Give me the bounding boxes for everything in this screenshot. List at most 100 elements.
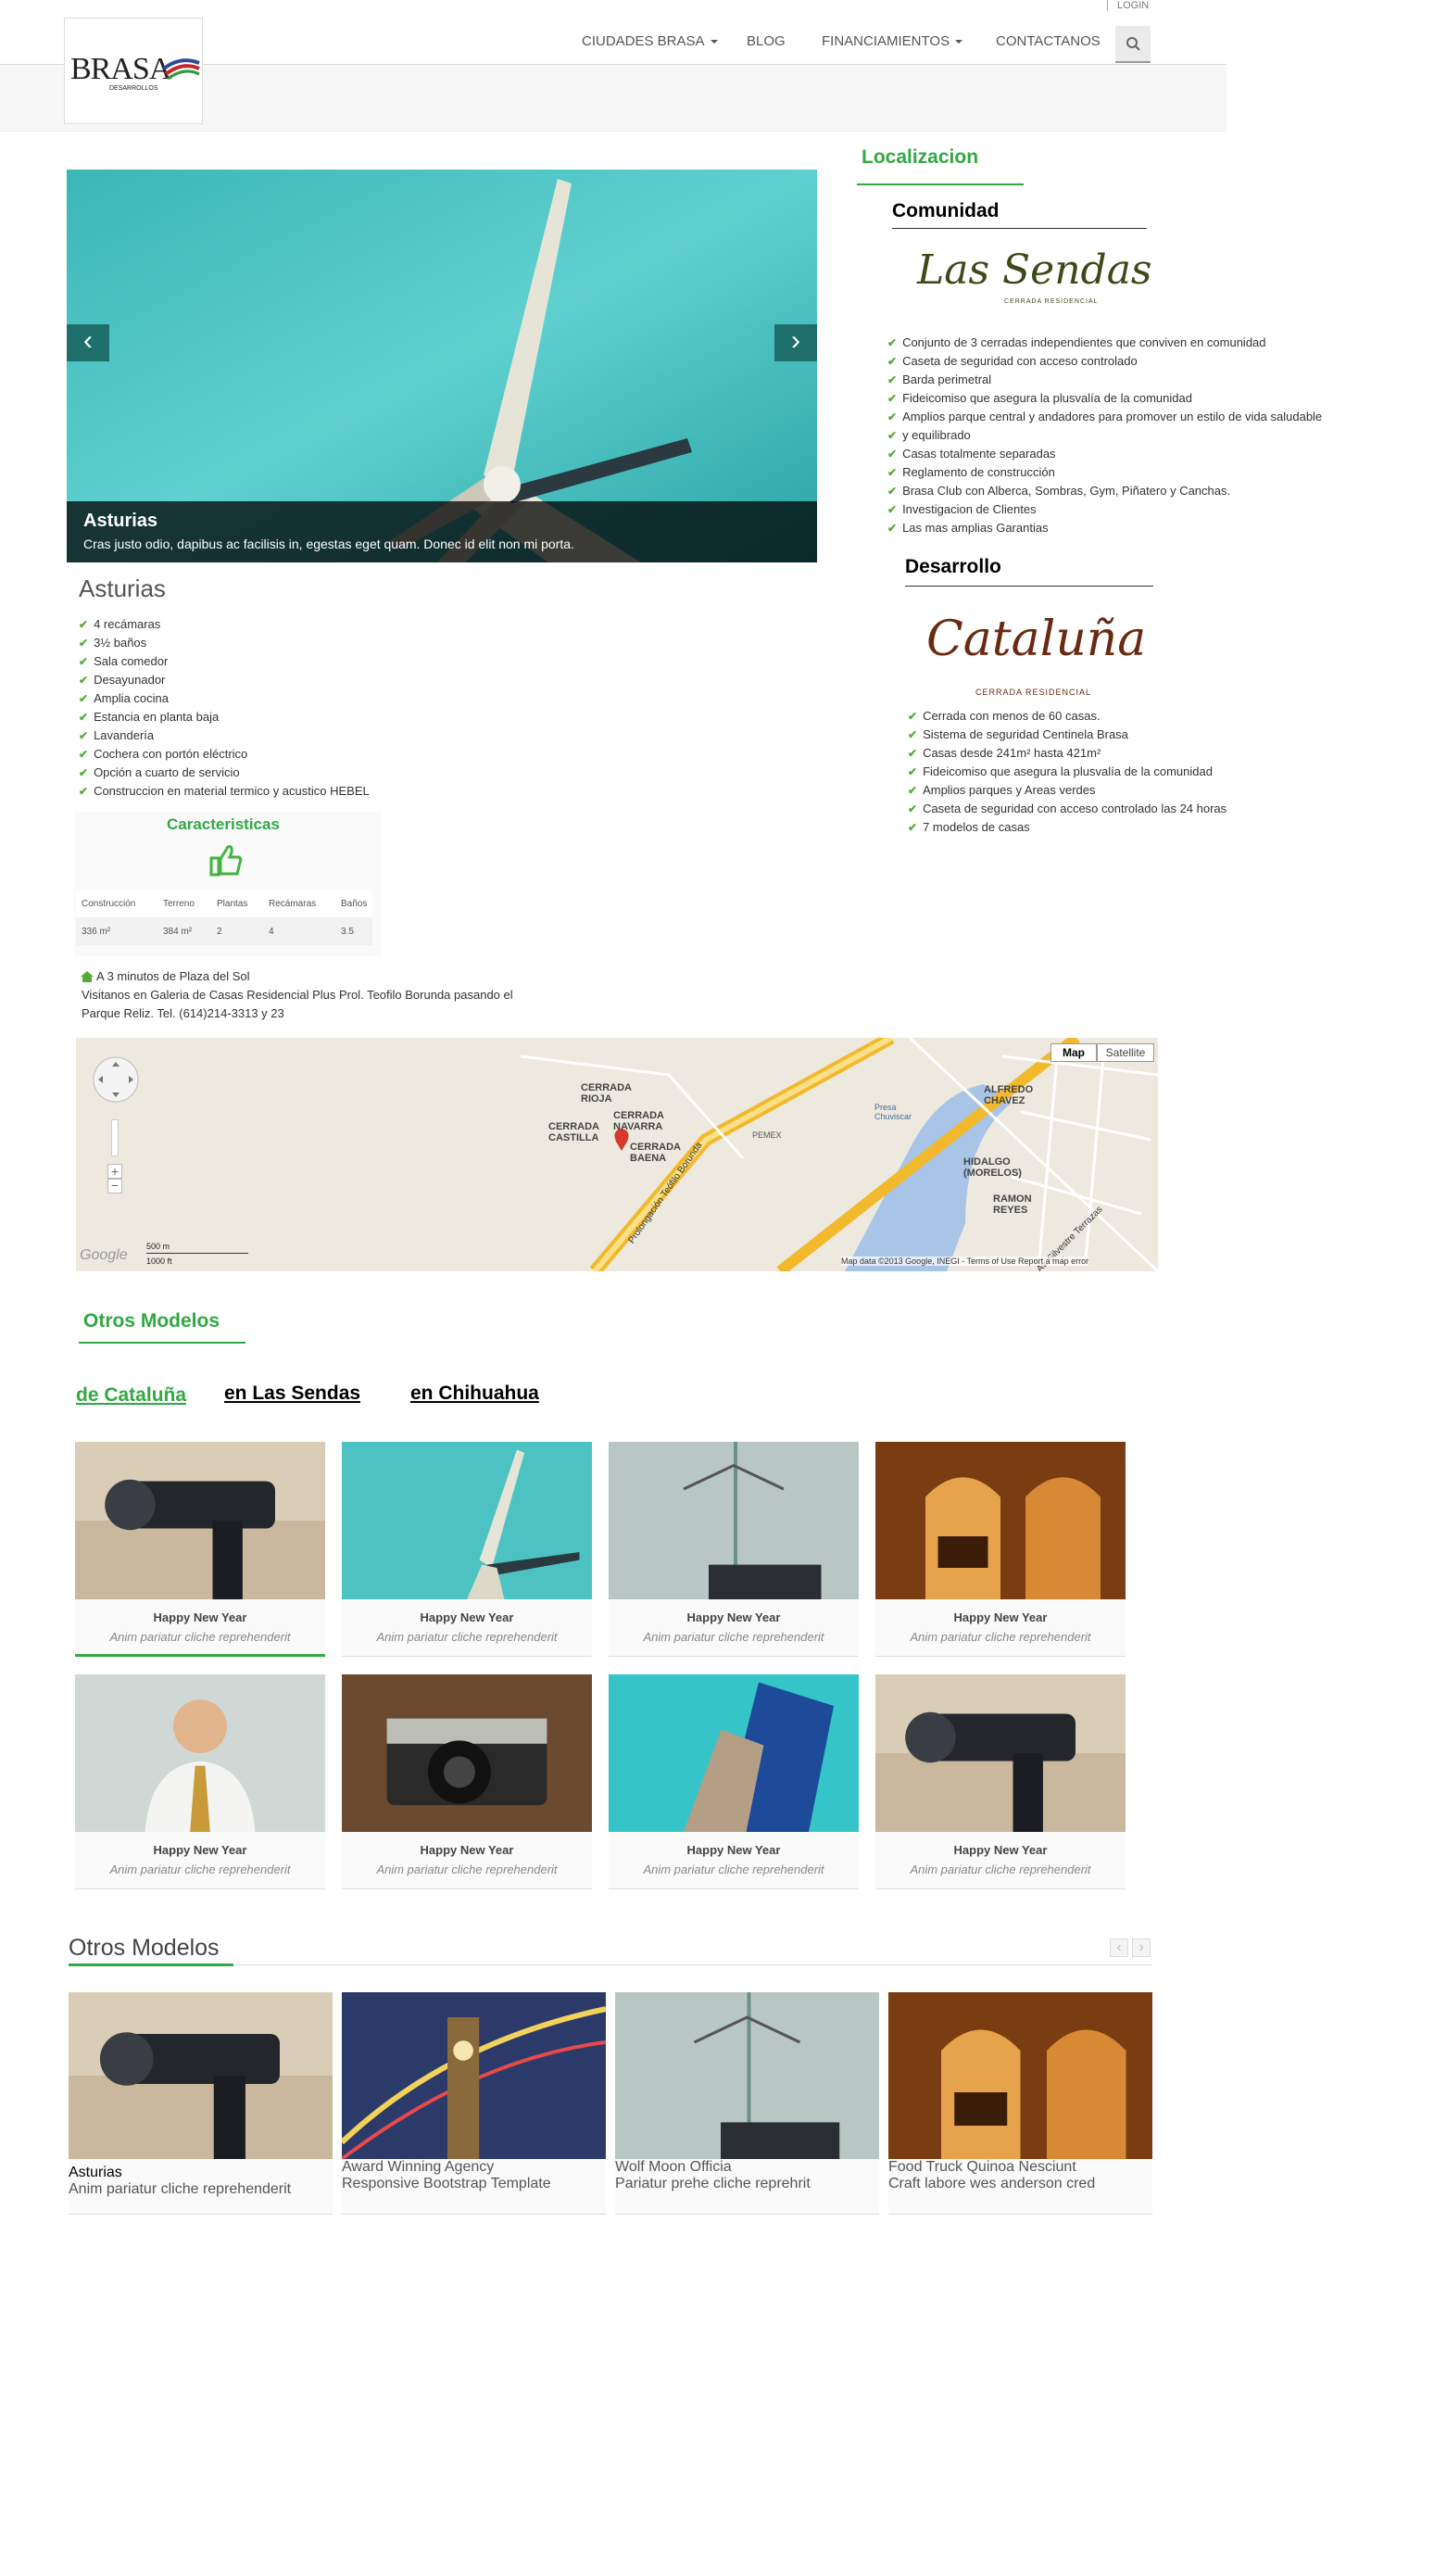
card-image bbox=[875, 1674, 1126, 1832]
location-line-3: Parque Reliz. Tel. (614)214-3313 y 23 bbox=[82, 1006, 284, 1020]
check-icon: ✔ bbox=[79, 692, 89, 705]
cataluna-logo: Cataluña bbox=[926, 612, 1147, 667]
las-sendas-sub: CERRADA RESIDENCIAL bbox=[1004, 298, 1099, 305]
feature-text: Opción a cuarto de servicio bbox=[94, 765, 240, 779]
feature-item: ✔ Reglamento de construcción bbox=[887, 463, 1332, 482]
model-card[interactable]: Happy New Year Anim pariatur cliche repr… bbox=[875, 1674, 1126, 1889]
feature-item: ✔ Casas desde 241m² hasta 421m² bbox=[908, 744, 1278, 763]
model-title: Asturias bbox=[79, 575, 166, 602]
feature-item: ✔ Amplios parques y Areas verdes bbox=[908, 781, 1278, 800]
feature-item: ✔ Casas totalmente separadas bbox=[887, 445, 1332, 463]
feature-item: ✔ Sistema de seguridad Centinela Brasa bbox=[908, 726, 1278, 744]
carousel2-prev-button[interactable]: ‹ bbox=[1110, 1938, 1128, 1957]
feature-item: ✔ Lavandería bbox=[79, 726, 370, 745]
feature-text: Reglamento de construcción bbox=[902, 465, 1055, 479]
hero-carousel[interactable]: ‹ › Asturias Cras justo odio, dapibus ac… bbox=[67, 170, 817, 562]
model-card[interactable]: Happy New Year Anim pariatur cliche repr… bbox=[609, 1674, 859, 1889]
check-icon: ✔ bbox=[79, 729, 89, 742]
card-image bbox=[342, 1992, 606, 2159]
check-icon: ✔ bbox=[887, 373, 898, 386]
logo-text: BRASA bbox=[70, 52, 171, 86]
feature-text: Conjunto de 3 cerradas independientes qu… bbox=[902, 335, 1266, 349]
table-cell: 4 bbox=[269, 927, 274, 937]
map-zoom-in-button[interactable]: + bbox=[107, 1164, 122, 1179]
model-card[interactable]: Happy New Year Anim pariatur cliche repr… bbox=[875, 1442, 1126, 1657]
card-title: Food Truck Quinoa Nesciunt bbox=[888, 2159, 1076, 2175]
big-ben-image bbox=[342, 1992, 606, 2159]
map-type-satellite-button[interactable]: Satellite bbox=[1097, 1043, 1154, 1062]
search-button[interactable] bbox=[1115, 26, 1151, 63]
map-label-alfredo-chavez: ALFREDO CHAVEZ bbox=[984, 1084, 1034, 1106]
feature-item: ✔ 7 modelos de casas bbox=[908, 818, 1278, 837]
carousel-model-card[interactable]: Food Truck Quinoa Nesciunt Craft labore … bbox=[888, 1992, 1152, 2215]
check-icon: ✔ bbox=[887, 522, 898, 535]
carousel2-next-button[interactable]: › bbox=[1132, 1938, 1151, 1957]
nav-contactanos[interactable]: CONTACTANOS bbox=[996, 33, 1101, 49]
tab-de-cataluna[interactable]: de Cataluña bbox=[76, 1384, 186, 1407]
otros-modelos-heading: Otros Modelos bbox=[83, 1310, 220, 1332]
google-map[interactable]: CERRADA RIOJA CERRADA CASTILLA CERRADA N… bbox=[76, 1038, 1158, 1271]
logo-swoosh-icon bbox=[162, 58, 200, 81]
feature-item: ✔ 4 recámaras bbox=[79, 615, 370, 634]
map-graphic bbox=[76, 1038, 1158, 1271]
table-cell: 384 m² bbox=[163, 927, 193, 937]
table-header-cell: Plantas bbox=[217, 899, 248, 909]
logo-subtext: DESARROLLOS bbox=[109, 85, 158, 92]
tab-en-chihuahua[interactable]: en Chihuahua bbox=[410, 1383, 539, 1405]
model-card[interactable]: Happy New Year Anim pariatur cliche repr… bbox=[342, 1674, 592, 1889]
map-zoom-out-button[interactable]: − bbox=[107, 1179, 122, 1193]
check-icon: ✔ bbox=[887, 336, 898, 349]
carousel-caption: Asturias Cras justo odio, dapibus ac fac… bbox=[67, 501, 817, 562]
search-icon bbox=[1126, 37, 1140, 51]
feature-text: Caseta de seguridad con acceso controlad… bbox=[902, 354, 1138, 368]
map-pan-control-icon[interactable] bbox=[91, 1054, 141, 1105]
map-label-pemex: PEMEX bbox=[752, 1130, 782, 1140]
carousel-next-button[interactable]: › bbox=[774, 324, 817, 361]
thumbs-up-icon bbox=[209, 845, 243, 877]
arches-room-image bbox=[888, 1992, 1152, 2159]
feature-item: ✔ Estancia en planta baja bbox=[79, 708, 370, 726]
card-title: Happy New Year bbox=[686, 1843, 781, 1857]
check-icon: ✔ bbox=[887, 448, 898, 461]
feature-item: ✔ Conjunto de 3 cerradas independientes q… bbox=[887, 334, 1332, 352]
feature-item: ✔ Investigacion de Clientes bbox=[887, 500, 1332, 519]
nav-ciudades-brasa[interactable]: CIUDADES BRASA bbox=[582, 33, 718, 49]
feature-item: ✔ Barda perimetral bbox=[887, 371, 1332, 389]
feature-text: Caseta de seguridad con acceso controlad… bbox=[923, 802, 1227, 815]
model-card[interactable]: Happy New Year Anim pariatur cliche repr… bbox=[75, 1674, 325, 1889]
carousel-prev-button[interactable]: ‹ bbox=[67, 324, 109, 361]
login-link[interactable]: LOGIN bbox=[1107, 0, 1149, 11]
model-card[interactable]: Happy New Year Anim pariatur cliche repr… bbox=[75, 1442, 325, 1657]
check-icon: ✔ bbox=[908, 765, 918, 778]
feature-text: Construccion en material termico y acust… bbox=[94, 784, 370, 798]
carousel-model-card[interactable]: Asturias Anim pariatur cliche reprehende… bbox=[69, 1992, 333, 2215]
map-zoom-slider[interactable] bbox=[111, 1119, 119, 1156]
table-header-cell: Recámaras bbox=[269, 899, 317, 909]
model-card[interactable]: Happy New Year Anim pariatur cliche repr… bbox=[609, 1442, 859, 1657]
model-card[interactable]: Happy New Year Anim pariatur cliche repr… bbox=[342, 1442, 592, 1657]
card-image bbox=[75, 1442, 325, 1599]
table-header-cell: Terreno bbox=[163, 899, 195, 909]
comunidad-heading: Comunidad bbox=[892, 200, 1147, 229]
brand-logo[interactable]: BRASA DESARROLLOS bbox=[64, 18, 203, 124]
card-image bbox=[609, 1674, 859, 1832]
check-icon: ✔ bbox=[908, 710, 918, 723]
feature-text: Desayunador bbox=[94, 673, 166, 687]
feature-item: ✔ Las mas amplias Garantias bbox=[887, 519, 1332, 537]
wind-turbine-image bbox=[342, 1442, 592, 1599]
tab-en-las-sendas[interactable]: en Las Sendas bbox=[224, 1383, 360, 1405]
card-image bbox=[875, 1442, 1126, 1599]
feature-text: Amplios parque central y andadores para … bbox=[902, 410, 1323, 423]
nav-blog[interactable]: BLOG bbox=[747, 33, 786, 49]
check-icon: ✔ bbox=[908, 784, 918, 797]
card-image bbox=[69, 1992, 333, 2159]
feature-item: ✔ Amplios parque central y andadores para… bbox=[887, 408, 1332, 426]
model-features-list: ✔ 4 recámaras ✔ 3½ baños ✔ Sala comedor ✔ Desay… bbox=[79, 615, 370, 801]
nav-financiamientos[interactable]: FINANCIAMIENTOS bbox=[822, 33, 963, 49]
carousel-model-card[interactable]: Wolf Moon Officia Pariatur prehe cliche … bbox=[615, 1992, 879, 2215]
check-icon: ✔ bbox=[887, 392, 898, 405]
carousel-model-card[interactable]: Award Winning Agency Responsive Bootstra… bbox=[342, 1992, 606, 2215]
map-type-map-button[interactable]: Map bbox=[1050, 1043, 1097, 1062]
feature-text: Sala comedor bbox=[94, 654, 169, 668]
card-title: Happy New Year bbox=[153, 1610, 247, 1624]
